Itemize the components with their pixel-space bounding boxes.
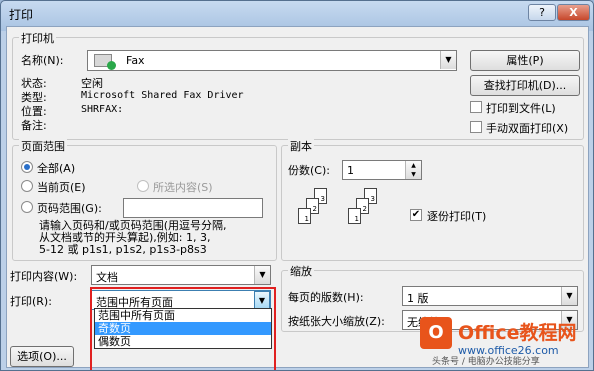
current-page-radio[interactable] <box>21 180 33 192</box>
dialog-title: 打印 <box>9 8 34 22</box>
fax-printer-icon <box>94 54 116 70</box>
print-what-value: 文档 <box>96 271 118 284</box>
printer-name-value: Fax <box>126 54 145 67</box>
pages-per-sheet-label: 每页的版数(H): <box>288 291 364 304</box>
all-pages-label: 全部(A) <box>37 162 76 175</box>
printer-group-title: 打印机 <box>19 30 56 46</box>
print-label: 打印(R): <box>10 295 52 308</box>
print-to-file-label: 打印到文件(L) <box>486 102 556 115</box>
all-pages-radio[interactable] <box>21 161 33 173</box>
chevron-down-icon: ▼ <box>561 287 577 305</box>
page-range-title: 页面范围 <box>19 138 67 154</box>
page-range-input[interactable] <box>123 198 263 218</box>
page-range-hint-3: 5-12 或 p1s1, p1s2, p1s3-p8s3 <box>39 243 207 256</box>
copies-count-value: 1 <box>347 164 354 177</box>
pages-per-sheet-value: 1 版 <box>407 292 429 305</box>
page-icon: 1 <box>298 208 311 224</box>
office-logo-icon: O <box>420 317 452 349</box>
copies-group: 副本 份数(C): 1 ▲ ▼ 3 2 1 3 2 1 ✔ 逐份打印(T) <box>281 138 584 261</box>
watermark-note: 头条号 / 电脑办公技能分享 <box>432 357 540 367</box>
manual-duplex-label: 手动双面打印(X) <box>486 122 569 135</box>
help-button[interactable]: ? <box>528 4 556 21</box>
stepper-arrows-icon[interactable]: ▲ ▼ <box>405 161 421 179</box>
chevron-down-icon: ▼ <box>440 51 456 69</box>
scale-label: 按纸张大小缩放(Z): <box>288 315 385 328</box>
copies-title: 副本 <box>288 138 314 154</box>
options-button[interactable]: 选项(O)... <box>10 346 74 367</box>
watermark: O Office教程网 www.office26.com 头条号 / 电脑办公技… <box>410 312 594 371</box>
collate-label: 逐份打印(T) <box>427 210 487 223</box>
chevron-down-icon: ▼ <box>254 266 270 284</box>
type-value: Microsoft Shared Fax Driver <box>81 90 244 101</box>
find-printer-button[interactable]: 查找打印机(D)... <box>470 75 580 96</box>
current-page-label: 当前页(E) <box>37 181 86 194</box>
collate-checkbox[interactable]: ✔ <box>410 209 422 221</box>
printer-name-select[interactable]: Fax ▼ <box>87 50 457 71</box>
manual-duplex-checkbox[interactable] <box>470 121 482 133</box>
comment-label: 备注: <box>21 119 47 132</box>
page-icon: 1 <box>348 208 361 224</box>
properties-button[interactable]: 属性(P) <box>470 50 580 71</box>
selection-label: 所选内容(S) <box>153 181 213 194</box>
watermark-title: Office教程网 <box>458 322 577 344</box>
pages-per-sheet-select[interactable]: 1 版 ▼ <box>402 286 578 306</box>
highlight-box <box>90 287 276 370</box>
print-to-file-checkbox[interactable] <box>470 101 482 113</box>
copies-count-label: 份数(C): <box>288 164 330 177</box>
print-what-select[interactable]: 文档 ▼ <box>91 265 271 285</box>
title-bar: 打印 ? X <box>1 1 593 25</box>
copies-count-stepper[interactable]: 1 ▲ ▼ <box>342 160 422 180</box>
printer-group: 打印机 名称(N): Fax ▼ 状态: 空闲 类型: Microsoft Sh… <box>12 30 584 140</box>
zoom-title: 缩放 <box>288 263 314 279</box>
status-value: 空闲 <box>81 77 103 90</box>
close-button[interactable]: X <box>557 4 590 21</box>
page-range-label: 页码范围(G): <box>37 202 102 215</box>
selection-radio[interactable] <box>137 180 149 192</box>
page-range-group: 页面范围 全部(A) 当前页(E) 所选内容(S) 页码范围(G): 请输入页码… <box>12 138 277 261</box>
location-value: SHRFAX: <box>81 104 124 115</box>
printer-name-label: 名称(N): <box>21 54 64 67</box>
page-range-radio[interactable] <box>21 201 33 213</box>
print-what-label: 打印内容(W): <box>10 270 78 283</box>
